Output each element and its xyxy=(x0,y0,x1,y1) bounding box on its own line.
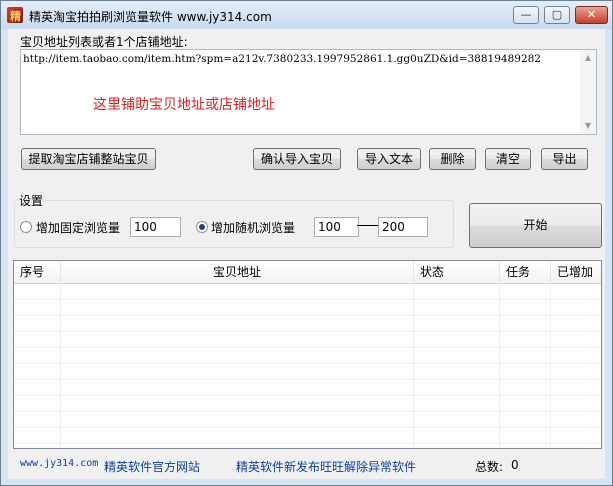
grid-line xyxy=(499,283,500,448)
maximize-button[interactable]: ▢ xyxy=(544,6,570,24)
grid-line xyxy=(413,283,414,448)
grid-line xyxy=(14,363,601,364)
grid-line xyxy=(14,347,601,348)
random-views-label[interactable]: 增加随机浏览量 xyxy=(211,219,295,236)
url-scrollbar[interactable]: ▲ ▼ xyxy=(580,50,596,134)
window-title: 精英淘宝拍拍刷浏览量软件 www.jy314.com xyxy=(29,10,272,24)
grid-line xyxy=(60,283,61,448)
settings-title: 设置 xyxy=(16,192,47,209)
close-button[interactable]: ✕ xyxy=(575,6,608,24)
column-header-index[interactable]: 序号 xyxy=(14,261,61,283)
total-label: 总数: xyxy=(475,460,504,474)
grid-line xyxy=(14,427,601,428)
clear-button[interactable]: 清空 xyxy=(485,148,531,170)
delete-button[interactable]: 删除 xyxy=(429,148,476,170)
confirm-import-button[interactable]: 确认导入宝贝 xyxy=(253,148,341,170)
grid-line xyxy=(14,331,601,332)
title-bar[interactable]: 精 精英淘宝拍拍刷浏览量软件 www.jy314.com — ▢ ✕ xyxy=(1,1,612,29)
grid-line xyxy=(14,315,601,316)
minimize-button[interactable]: — xyxy=(513,6,539,24)
column-header-task[interactable]: 任务 xyxy=(500,261,551,283)
table-header: 序号 宝贝地址 状态 任务 已增加 xyxy=(14,261,601,284)
fetch-shop-button[interactable]: 提取淘宝店铺整站宝贝 xyxy=(21,148,156,170)
url-text[interactable]: http://item.taobao.com/item.htm?spm=a212… xyxy=(23,53,541,65)
items-table[interactable]: 序号 宝贝地址 状态 任务 已增加 xyxy=(13,260,602,449)
official-site-link[interactable]: 精英软件官方网站 xyxy=(104,458,200,475)
random-min-input[interactable]: 100 xyxy=(314,217,359,237)
maximize-icon: ▢ xyxy=(551,8,563,21)
column-header-url[interactable]: 宝贝地址 xyxy=(61,261,414,283)
column-header-status[interactable]: 状态 xyxy=(414,261,500,283)
column-header-added[interactable]: 已增加 xyxy=(551,261,601,283)
fixed-views-input[interactable]: 100 xyxy=(130,217,181,237)
scroll-down-icon[interactable]: ▼ xyxy=(580,118,596,134)
import-text-button[interactable]: 导入文本 xyxy=(357,148,421,170)
export-button[interactable]: 导出 xyxy=(541,148,588,170)
minimize-icon: — xyxy=(520,8,532,21)
url-textarea[interactable]: http://item.taobao.com/item.htm?spm=a212… xyxy=(20,49,597,135)
total-value: 0 xyxy=(511,458,519,472)
grid-line xyxy=(14,443,601,444)
grid-line xyxy=(14,299,601,300)
grid-line xyxy=(14,411,601,412)
site-link[interactable]: www.jy314.com xyxy=(20,458,98,469)
url-list-label: 宝贝地址列表或者1个店铺地址: xyxy=(20,35,188,49)
scroll-up-icon[interactable]: ▲ xyxy=(580,50,596,66)
url-hint-text: 这里铺助宝贝地址或店铺地址 xyxy=(93,97,275,113)
grid-line xyxy=(550,283,551,448)
range-separator xyxy=(357,225,378,226)
main-window: 精 精英淘宝拍拍刷浏览量软件 www.jy314.com — ▢ ✕ 宝贝地址列… xyxy=(0,0,613,486)
fixed-views-label[interactable]: 增加固定浏览量 xyxy=(36,219,120,236)
random-max-input[interactable]: 200 xyxy=(378,217,428,237)
close-icon: ✕ xyxy=(586,8,597,21)
start-button[interactable]: 开始 xyxy=(469,203,602,248)
random-views-radio[interactable] xyxy=(196,221,208,233)
fixed-views-radio[interactable] xyxy=(20,221,32,233)
grid-line xyxy=(14,395,601,396)
grid-line xyxy=(14,379,601,380)
news-link[interactable]: 精英软件新发布旺旺解除异常软件 xyxy=(236,458,416,475)
app-logo-icon: 精 xyxy=(7,7,23,23)
client-area: 宝贝地址列表或者1个店铺地址: http://item.taobao.com/i… xyxy=(8,29,605,479)
